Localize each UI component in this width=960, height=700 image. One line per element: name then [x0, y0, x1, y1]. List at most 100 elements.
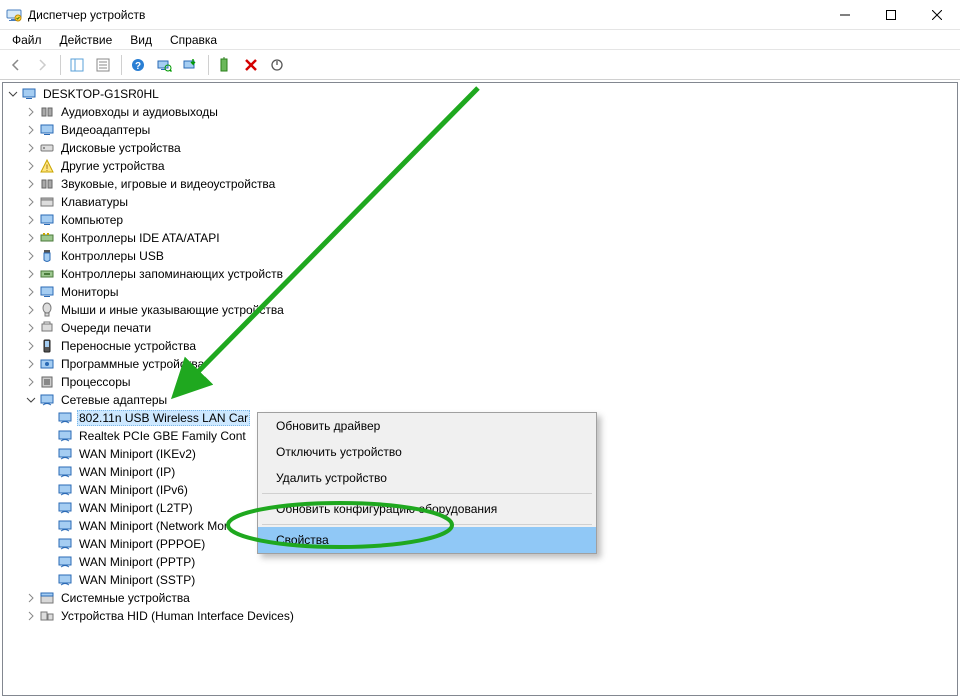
context-separator [262, 493, 592, 494]
context-properties[interactable]: Свойства [258, 527, 596, 553]
tree-category-label: Видеоадаптеры [59, 122, 152, 138]
chevron-right-icon[interactable] [25, 340, 37, 352]
context-scan-hardware[interactable]: Обновить конфигурацию оборудования [258, 496, 596, 522]
category-icon [39, 176, 55, 192]
tree-category[interactable]: Контроллеры запоминающих устройств [3, 265, 957, 283]
menu-file[interactable]: Файл [4, 31, 50, 49]
tree-category-label: Мыши и иные указывающие устройства [59, 302, 286, 318]
tree-device-label: Realtek PCIe GBE Family Cont [77, 428, 248, 444]
tree-device[interactable]: WAN Miniport (SSTP) [3, 571, 957, 589]
tree-category[interactable]: Программные устройства [3, 355, 957, 373]
chevron-right-icon[interactable] [25, 358, 37, 370]
category-icon: ! [39, 158, 55, 174]
enable-device-button[interactable] [213, 53, 237, 77]
chevron-right-icon[interactable] [25, 610, 37, 622]
tree-category[interactable]: Компьютер [3, 211, 957, 229]
tree-root[interactable]: DESKTOP-G1SR0HL [3, 85, 957, 103]
chevron-right-icon[interactable] [25, 124, 37, 136]
close-button[interactable] [914, 0, 960, 30]
toolbar: ? [0, 50, 960, 80]
tree-category[interactable]: Переносные устройства [3, 337, 957, 355]
chevron-right-icon[interactable] [25, 268, 37, 280]
network-adapter-icon [57, 572, 73, 588]
tree-category-network-adapters[interactable]: Сетевые адаптеры [3, 391, 957, 409]
network-adapter-icon [57, 446, 73, 462]
uninstall-device-button[interactable] [239, 53, 263, 77]
tree-category[interactable]: Аудиовходы и аудиовыходы [3, 103, 957, 121]
category-icon [39, 284, 55, 300]
forward-button[interactable] [30, 53, 54, 77]
network-adapter-icon [57, 554, 73, 570]
chevron-down-icon[interactable] [7, 88, 19, 100]
device-tree-panel: DESKTOP-G1SR0HL Аудиовходы и аудиовыходы… [2, 82, 958, 696]
tree-category[interactable]: Клавиатуры [3, 193, 957, 211]
tree-category-label: Аудиовходы и аудиовыходы [59, 104, 220, 120]
scan-hardware-button[interactable] [152, 53, 176, 77]
tree-device-label: WAN Miniport (PPPOE) [77, 536, 207, 552]
chevron-right-icon[interactable] [25, 106, 37, 118]
tree-category-label: Системные устройства [59, 590, 192, 606]
tree-category[interactable]: Очереди печати [3, 319, 957, 337]
tree-category-label: Дисковые устройства [59, 140, 183, 156]
menu-action[interactable]: Действие [52, 31, 121, 49]
category-icon [39, 104, 55, 120]
tree-category-label: Контроллеры запоминающих устройств [59, 266, 285, 282]
tree-category[interactable]: Дисковые устройства [3, 139, 957, 157]
tree-device-label: 802.11n USB Wireless LAN Car [77, 410, 250, 426]
context-update-driver[interactable]: Обновить драйвер [258, 413, 596, 439]
category-icon [39, 194, 55, 210]
tree-device-label: WAN Miniport (IPv6) [77, 482, 190, 498]
chevron-right-icon[interactable] [25, 196, 37, 208]
chevron-down-icon[interactable] [25, 394, 37, 406]
tree-category-label: Переносные устройства [59, 338, 198, 354]
show-hide-console-tree-button[interactable] [65, 53, 89, 77]
tree-root-label: DESKTOP-G1SR0HL [41, 86, 161, 102]
tree-category-label: Другие устройства [59, 158, 167, 174]
disable-device-button[interactable] [265, 53, 289, 77]
chevron-right-icon[interactable] [25, 304, 37, 316]
menu-help[interactable]: Справка [162, 31, 225, 49]
tree-category[interactable]: Видеоадаптеры [3, 121, 957, 139]
tree-device[interactable]: WAN Miniport (PPTP) [3, 553, 957, 571]
chevron-right-icon[interactable] [25, 178, 37, 190]
tree-category[interactable]: Звуковые, игровые и видеоустройства [3, 175, 957, 193]
tree-category-label: Компьютер [59, 212, 125, 228]
window-controls [822, 0, 960, 30]
chevron-right-icon[interactable] [25, 250, 37, 262]
tree-category[interactable]: Системные устройства [3, 589, 957, 607]
properties-button[interactable] [91, 53, 115, 77]
toolbar-separator [208, 55, 209, 75]
category-icon [39, 590, 55, 606]
chevron-right-icon[interactable] [25, 286, 37, 298]
network-adapter-icon [57, 518, 73, 534]
maximize-button[interactable] [868, 0, 914, 30]
tree-device-label: WAN Miniport (SSTP) [77, 572, 197, 588]
category-icon [39, 248, 55, 264]
tree-category[interactable]: Устройства HID (Human Interface Devices) [3, 607, 957, 625]
context-uninstall-device[interactable]: Удалить устройство [258, 465, 596, 491]
tree-category[interactable]: Мониторы [3, 283, 957, 301]
category-icon [39, 266, 55, 282]
tree-category[interactable]: Контроллеры IDE ATA/ATAPI [3, 229, 957, 247]
tree-category[interactable]: !Другие устройства [3, 157, 957, 175]
network-adapter-icon [57, 536, 73, 552]
chevron-right-icon[interactable] [25, 322, 37, 334]
chevron-right-icon[interactable] [25, 376, 37, 388]
menu-view[interactable]: Вид [122, 31, 160, 49]
tree-category[interactable]: Процессоры [3, 373, 957, 391]
category-icon [39, 140, 55, 156]
tree-category-label: Контроллеры USB [59, 248, 166, 264]
chevron-right-icon[interactable] [25, 214, 37, 226]
chevron-right-icon[interactable] [25, 160, 37, 172]
help-button[interactable]: ? [126, 53, 150, 77]
minimize-button[interactable] [822, 0, 868, 30]
chevron-right-icon[interactable] [25, 232, 37, 244]
chevron-right-icon[interactable] [25, 142, 37, 154]
tree-category[interactable]: Контроллеры USB [3, 247, 957, 265]
tree-category-label: Сетевые адаптеры [59, 392, 169, 408]
chevron-right-icon[interactable] [25, 592, 37, 604]
update-driver-button[interactable] [178, 53, 202, 77]
back-button[interactable] [4, 53, 28, 77]
context-disable-device[interactable]: Отключить устройство [258, 439, 596, 465]
tree-category[interactable]: Мыши и иные указывающие устройства [3, 301, 957, 319]
